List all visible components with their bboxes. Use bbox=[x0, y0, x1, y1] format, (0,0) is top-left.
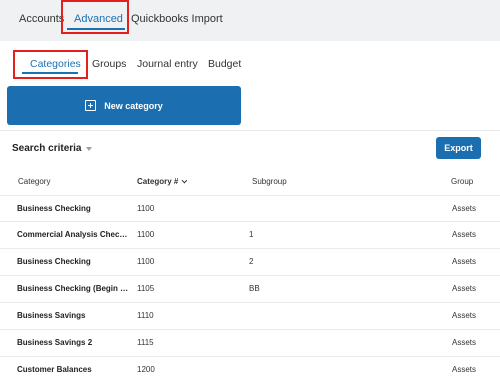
new-category-label: New category bbox=[104, 100, 163, 111]
subtab-journal-entry[interactable]: Journal entry bbox=[137, 56, 198, 72]
column-header-category-number-label: Category # bbox=[137, 177, 179, 186]
tab-quickbooks-import[interactable]: Quickbooks Import bbox=[131, 10, 223, 28]
cell-subgroup: 1 bbox=[249, 230, 254, 239]
table-row[interactable]: Business Savings 2 1115 Assets bbox=[0, 330, 500, 357]
cell-category-number: 1105 bbox=[137, 284, 155, 293]
column-header-subgroup[interactable]: Subgroup bbox=[252, 176, 287, 188]
active-tab-indicator bbox=[67, 28, 125, 30]
cell-category: Business Savings bbox=[17, 311, 86, 320]
cell-category-number: 1110 bbox=[137, 311, 154, 320]
table-row[interactable]: Customer Balances 1200 Assets bbox=[0, 357, 500, 379]
table-row[interactable]: Business Checking 1100 2 Assets bbox=[0, 249, 500, 276]
cell-category: Business Savings 2 bbox=[17, 338, 93, 347]
cell-category: Customer Balances bbox=[17, 365, 92, 374]
cell-subgroup: BB bbox=[249, 284, 260, 293]
search-criteria-label: Search criteria bbox=[12, 143, 82, 154]
cell-category-number: 1100 bbox=[137, 257, 155, 266]
cell-group: Assets bbox=[451, 338, 476, 347]
cell-group: Assets bbox=[451, 204, 476, 213]
plus-square-icon bbox=[85, 100, 97, 111]
cell-category-number: 1100 bbox=[137, 230, 155, 239]
divider bbox=[0, 130, 500, 131]
cell-group: Assets bbox=[451, 311, 476, 320]
cell-group: Assets bbox=[451, 257, 476, 266]
chevron-down-icon bbox=[181, 177, 188, 184]
table-row[interactable]: Business Checking 1100 Assets bbox=[0, 195, 500, 222]
export-button[interactable]: Export bbox=[436, 137, 481, 159]
table-row[interactable]: Business Checking (Begin Bal... 1105 BB … bbox=[0, 276, 500, 303]
cell-category: Commercial Analysis Checking bbox=[17, 230, 131, 239]
cell-category-number: 1115 bbox=[137, 338, 154, 347]
cell-group: Assets bbox=[451, 365, 476, 374]
column-header-category[interactable]: Category bbox=[18, 176, 50, 188]
subtab-groups[interactable]: Groups bbox=[92, 56, 126, 72]
table-row[interactable]: Business Savings 1110 Assets bbox=[0, 303, 500, 330]
subtab-categories[interactable]: Categories bbox=[30, 56, 81, 72]
table-row[interactable]: Commercial Analysis Checking 1100 1 Asse… bbox=[0, 222, 500, 249]
tab-accounts[interactable]: Accounts bbox=[19, 10, 64, 28]
cell-subgroup: 2 bbox=[249, 257, 254, 266]
cell-category: Business Checking bbox=[17, 257, 91, 266]
category-table-body: Business Checking 1100 Assets Commercial… bbox=[0, 195, 500, 379]
column-header-group[interactable]: Group bbox=[451, 176, 473, 188]
active-subtab-indicator bbox=[22, 72, 78, 74]
cell-category-number: 1100 bbox=[137, 204, 155, 213]
main-card: Categories Groups Journal entry Budget N… bbox=[0, 41, 500, 379]
new-category-button[interactable]: New category bbox=[7, 86, 241, 125]
subtab-budget[interactable]: Budget bbox=[208, 56, 241, 72]
search-criteria-toggle[interactable]: Search criteria bbox=[12, 142, 92, 156]
cell-group: Assets bbox=[451, 284, 476, 293]
caret-down-icon bbox=[85, 147, 92, 151]
tab-advanced[interactable]: Advanced bbox=[74, 10, 123, 28]
cell-group: Assets bbox=[451, 230, 476, 239]
cell-category: Business Checking bbox=[17, 204, 91, 213]
cell-category: Business Checking (Begin Bal... bbox=[17, 284, 131, 293]
cell-category-number: 1200 bbox=[137, 365, 155, 374]
column-header-category-number[interactable]: Category # bbox=[137, 176, 188, 188]
